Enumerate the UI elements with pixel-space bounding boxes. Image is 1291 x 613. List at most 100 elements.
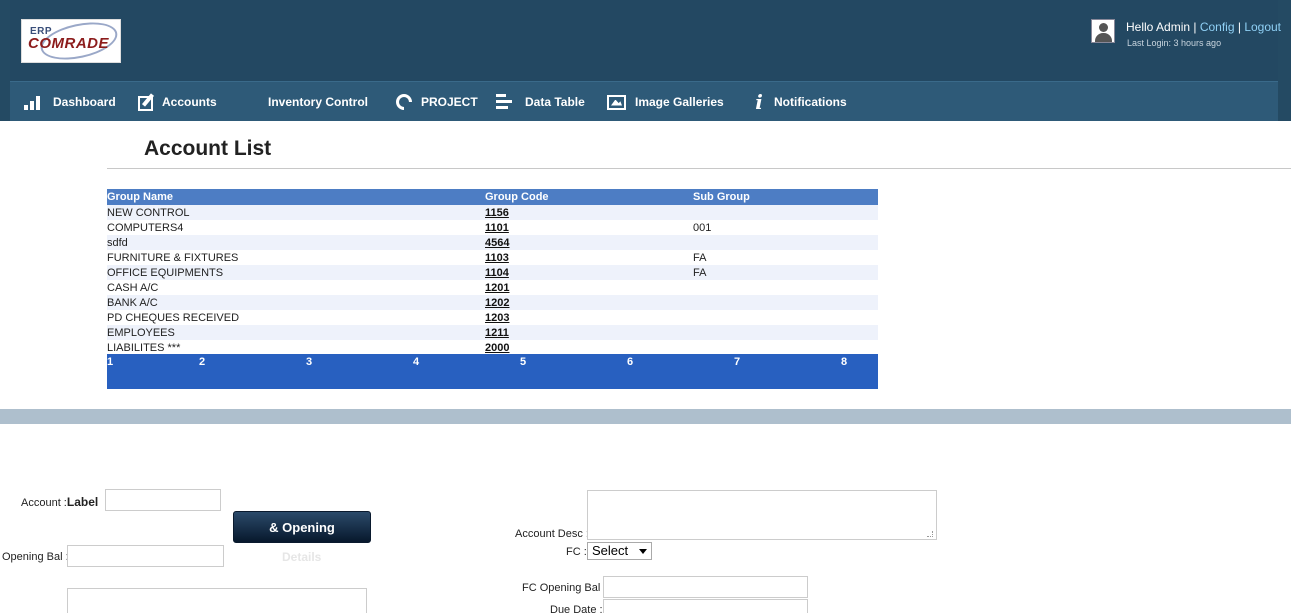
cell-group-name: NEW CONTROL [107,205,485,220]
logout-link[interactable]: Logout [1244,20,1281,34]
opening-details-button[interactable]: & Opening [233,511,371,543]
nav-image-galleries-label: Image Galleries [635,95,724,109]
cell-group-name: OFFICE EQUIPMENTS [107,265,485,280]
pager-page-4[interactable]: 4 [413,356,419,368]
cell-group-name: FURNITURE & FIXTURES [107,251,239,264]
cell-group-code-link[interactable]: 4564 [485,235,693,250]
section-divider-band [0,409,1291,424]
cell-sub-group: 001 [693,221,712,234]
brand-logo[interactable]: ERP COMRADE [21,16,121,66]
table-row: FURNITURE & FIXTURES 1103 FA [107,250,878,265]
table-row: CASH A/C 1201 [107,280,878,295]
table-row: BANK A/C 1202 [107,295,878,310]
notes-textarea[interactable] [67,588,367,613]
nav-data-table-label: Data Table [525,95,585,109]
opening-bal-label: Opening Bal : [2,551,69,563]
pager-page-2[interactable]: 2 [199,356,205,368]
fc-opening-bal-input[interactable] [603,576,808,598]
details-text: Details [282,550,322,564]
resize-handle-icon[interactable] [927,531,933,537]
nav-project-label: PROJECT [421,95,478,109]
account-desc-label: Account Desc : [515,528,589,540]
account-desc-textarea[interactable] [587,490,937,540]
due-date-label: Due Date : [550,604,603,613]
nav-inventory[interactable]: Inventory Control [268,82,368,122]
bar-chart-icon [24,92,44,112]
table-row: NEW CONTROL 1156 [107,205,878,220]
table-row: PD CHEQUES RECEIVED 1203 [107,310,878,325]
cell-group-code-link[interactable]: 1201 [485,280,693,295]
nav-image-galleries[interactable]: Image Galleries [607,82,724,122]
table-row: sdfd 4564 [107,235,878,250]
account-label-text: Account : [21,497,67,509]
info-icon: i [755,90,763,114]
cell-sub-group: FA [693,251,707,264]
cell-sub-group [693,280,878,295]
pie-chart-icon [396,94,412,110]
cell-group-code-link[interactable]: 1101 [485,220,693,235]
table-row: EMPLOYEES 1211 [107,325,878,340]
last-login-text: Last Login: 3 hours ago [1127,38,1222,48]
fc-select[interactable]: Select [587,542,652,560]
cell-group-name: EMPLOYEES [107,325,485,340]
pager-page-5[interactable]: 5 [520,356,526,368]
main-navbar: Dashboard Accounts Inventory Control PRO… [10,81,1278,121]
nav-notifications-label: Notifications [774,95,847,109]
pager-page-6[interactable]: 6 [627,356,633,368]
table-row: COMPUTERS4 1101 001 [107,220,878,235]
nav-notifications[interactable]: i Notifications [753,82,847,122]
nav-project[interactable]: PROJECT [396,82,478,122]
pager-page-1[interactable]: 1 [107,356,113,368]
opening-bal-input[interactable] [67,545,224,567]
account-input[interactable] [105,489,221,511]
header-sub-group[interactable]: Sub Group [693,189,878,205]
separator: | [1190,20,1200,34]
pager-page-8[interactable]: 8 [841,356,847,368]
cell-group-code-link[interactable]: 1203 [485,310,693,325]
cell-group-name: PD CHEQUES RECEIVED [107,311,240,324]
cell-group-name: sdfd [107,235,485,250]
nav-data-table[interactable]: Data Table [496,82,585,122]
logo-name-text: COMRADE [28,35,109,52]
nav-dashboard-label: Dashboard [53,95,116,109]
cell-group-code-link[interactable]: 1202 [485,295,693,310]
cell-group-code-link[interactable]: 1104 [485,265,693,280]
table-row: OFFICE EQUIPMENTS 1104 FA [107,265,878,280]
nav-accounts[interactable]: Accounts [138,82,217,122]
nav-accounts-label: Accounts [162,95,217,109]
greeting-text: Hello Admin [1126,20,1191,34]
cell-group-code-link[interactable]: 2000 [485,340,693,355]
cell-sub-group [693,295,878,310]
cell-group-name: CASH A/C [107,281,159,294]
cell-sub-group [693,310,878,325]
title-divider [107,168,1291,169]
account-label-word: Label [66,495,99,509]
table-header-row: Group Name Group Code Sub Group [107,189,878,205]
fc-label: FC : [566,546,587,558]
cell-sub-group [693,205,878,220]
cell-group-code-link[interactable]: 1211 [485,325,693,340]
nav-inventory-label: Inventory Control [268,95,369,109]
user-avatar-icon[interactable] [1091,19,1115,43]
pager-page-7[interactable]: 7 [734,356,740,368]
page-title: Account List [144,137,272,160]
nav-dashboard[interactable]: Dashboard [24,82,116,122]
table-row: LIABILITES *** 2000 [107,340,878,355]
cell-group-code-link[interactable]: 1103 [485,250,693,265]
cell-sub-group [693,340,878,355]
account-list-table: Group Name Group Code Sub Group NEW CONT… [107,189,878,355]
account-label: Account :Label [21,495,98,509]
fc-select-value: Select [592,543,629,558]
header-group-code[interactable]: Group Code [485,189,693,205]
user-greeting: Hello Admin | Config | Logout [1126,20,1281,34]
due-date-input[interactable] [603,599,808,613]
cell-group-name: LIABILITES *** [107,341,181,354]
cell-sub-group [693,235,878,250]
header-group-name[interactable]: Group Name [107,189,485,205]
cell-group-code-link[interactable]: 1156 [485,205,693,220]
config-link[interactable]: Config [1200,20,1235,34]
pager-page-3[interactable]: 3 [306,356,312,368]
cell-group-name: COMPUTERS4 [107,221,184,234]
cell-group-name: BANK A/C [107,295,485,310]
table-pager: 1 2 3 4 5 6 7 8 [107,354,878,389]
